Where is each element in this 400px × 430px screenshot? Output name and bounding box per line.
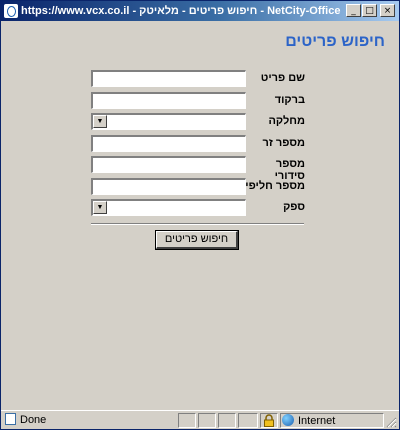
status-cell	[178, 413, 196, 428]
status-cell	[198, 413, 216, 428]
globe-icon	[282, 414, 294, 426]
foreign-number-label: מספר זר	[262, 137, 305, 149]
foreign-number-input[interactable]	[91, 135, 246, 152]
chevron-down-icon[interactable]: ▼	[93, 115, 107, 128]
department-label: מחלקה	[268, 115, 306, 127]
department-select[interactable]: ▼	[91, 113, 246, 130]
barcode-input[interactable]	[91, 92, 246, 109]
title-bar[interactable]: https://www.vcx.co.il - חיפוש פריטים - מ…	[1, 1, 399, 21]
close-button[interactable]: ×	[380, 4, 395, 17]
form-divider	[91, 223, 304, 225]
page-content: חיפוש פריטים שם פריט ברקוד מחלקה ▼ מספר …	[5, 21, 395, 409]
status-cell	[238, 413, 258, 428]
status-bar: Done Internet	[1, 410, 399, 429]
page-done-icon	[5, 413, 16, 425]
ie-icon	[4, 4, 18, 18]
page-title: חיפוש פריטים	[285, 33, 385, 50]
item-name-label: שם פריט	[260, 72, 305, 84]
alternate-number-input[interactable]	[91, 178, 246, 195]
item-name-input[interactable]	[91, 70, 246, 87]
chevron-down-icon[interactable]: ▼	[93, 201, 107, 214]
alternate-number-label: מספר חליפי	[245, 180, 305, 192]
barcode-label: ברקוד	[274, 94, 305, 106]
lock-icon	[264, 414, 274, 427]
search-items-button[interactable]: חיפוש פריטים	[155, 230, 239, 250]
minimize-button[interactable]: _	[346, 4, 361, 17]
serial-number-label: מספר סידורי	[274, 158, 305, 182]
status-text: Done	[20, 414, 47, 426]
supplier-label: ספק	[283, 201, 305, 213]
window-title: https://www.vcx.co.il - חיפוש פריטים - מ…	[21, 5, 341, 17]
maximize-button[interactable]: □	[362, 4, 377, 17]
browser-window: https://www.vcx.co.il - חיפוש פריטים - מ…	[0, 0, 400, 430]
status-cell	[218, 413, 236, 428]
resize-grip-icon[interactable]	[385, 416, 397, 428]
supplier-select[interactable]: ▼	[91, 199, 246, 216]
zone-text: Internet	[298, 415, 336, 427]
serial-number-input[interactable]	[91, 156, 246, 173]
